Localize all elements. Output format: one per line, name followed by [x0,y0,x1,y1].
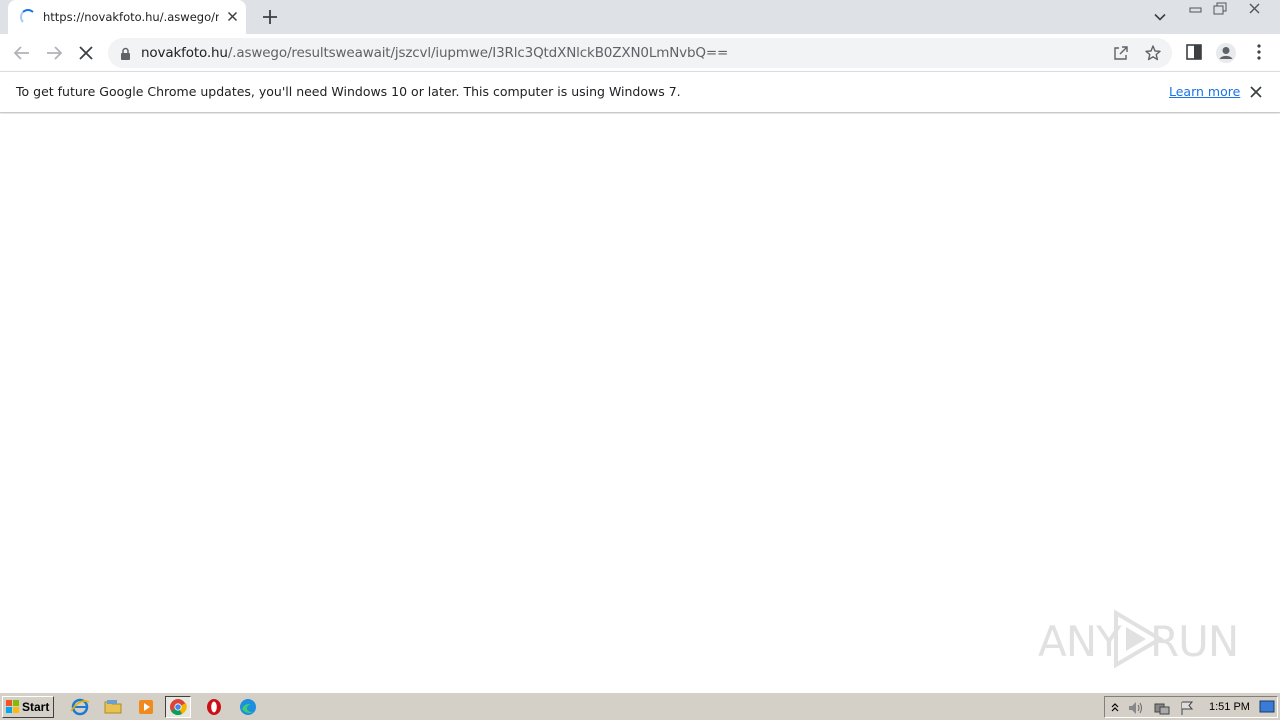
chrome-icon[interactable] [165,696,191,718]
menu-icon[interactable] [1249,42,1269,62]
learn-more-link[interactable]: Learn more [1169,84,1240,99]
back-icon[interactable] [10,41,34,65]
tab-strip: https://novakfoto.hu/.aswego/resul [0,0,1280,34]
action-center-flag-icon[interactable] [1178,700,1196,716]
close-icon[interactable] [1248,84,1264,100]
start-label: Start [22,700,50,714]
update-infobar: To get future Google Chrome updates, you… [0,71,1280,113]
restore-button[interactable] [1208,0,1234,18]
spinner-icon [20,9,36,25]
side-panel-icon[interactable] [1184,42,1204,62]
browser-toolbar: novakfoto.hu/.aswego/resultsweawait/jszc… [0,34,1280,71]
folder-icon[interactable] [100,696,126,718]
url-domain: novakfoto.hu [141,45,228,61]
share-icon[interactable] [1112,44,1130,62]
address-bar[interactable]: novakfoto.hu/.aswego/resultsweawait/jszc… [108,38,1172,68]
lock-icon[interactable] [120,46,131,65]
windows-logo-icon [6,700,19,713]
close-icon[interactable] [224,8,241,25]
volume-icon[interactable] [1127,700,1145,716]
start-button[interactable]: Start [2,696,54,718]
network-icon[interactable] [1153,700,1171,716]
clock[interactable]: 1:51 PM [1209,701,1250,713]
minimize-button[interactable] [1183,0,1209,18]
star-icon[interactable] [1144,44,1162,62]
show-hidden-icons-icon[interactable] [1110,700,1120,714]
ie-icon[interactable] [67,696,93,718]
plus-icon[interactable] [259,6,281,28]
media-player-icon[interactable] [133,696,159,718]
taskbar: Start 1:51 PM [0,692,1280,720]
watermark-right: RUN [1150,617,1239,666]
active-tab[interactable]: https://novakfoto.hu/.aswego/resul [8,0,246,34]
system-tray: 1:51 PM [1104,696,1278,718]
tab-title: https://novakfoto.hu/.aswego/resul [43,10,219,24]
url-text[interactable]: novakfoto.hu/.aswego/resultsweawait/jszc… [141,45,728,61]
page-content [0,114,1280,692]
url-path: /.aswego/resultsweawait/jszcvl/iupmwe/I3… [227,45,729,61]
show-desktop-icon[interactable] [1259,700,1275,714]
chevron-down-icon[interactable] [1150,7,1170,27]
opera-icon[interactable] [201,696,227,718]
window-close-button[interactable] [1236,0,1274,18]
stop-icon[interactable] [74,41,98,65]
forward-icon[interactable] [42,41,66,65]
infobar-message: To get future Google Chrome updates, you… [16,84,681,99]
anyrun-watermark: ANY RUN [1038,607,1239,669]
edge-icon[interactable] [235,696,261,718]
profile-icon[interactable] [1215,42,1236,63]
